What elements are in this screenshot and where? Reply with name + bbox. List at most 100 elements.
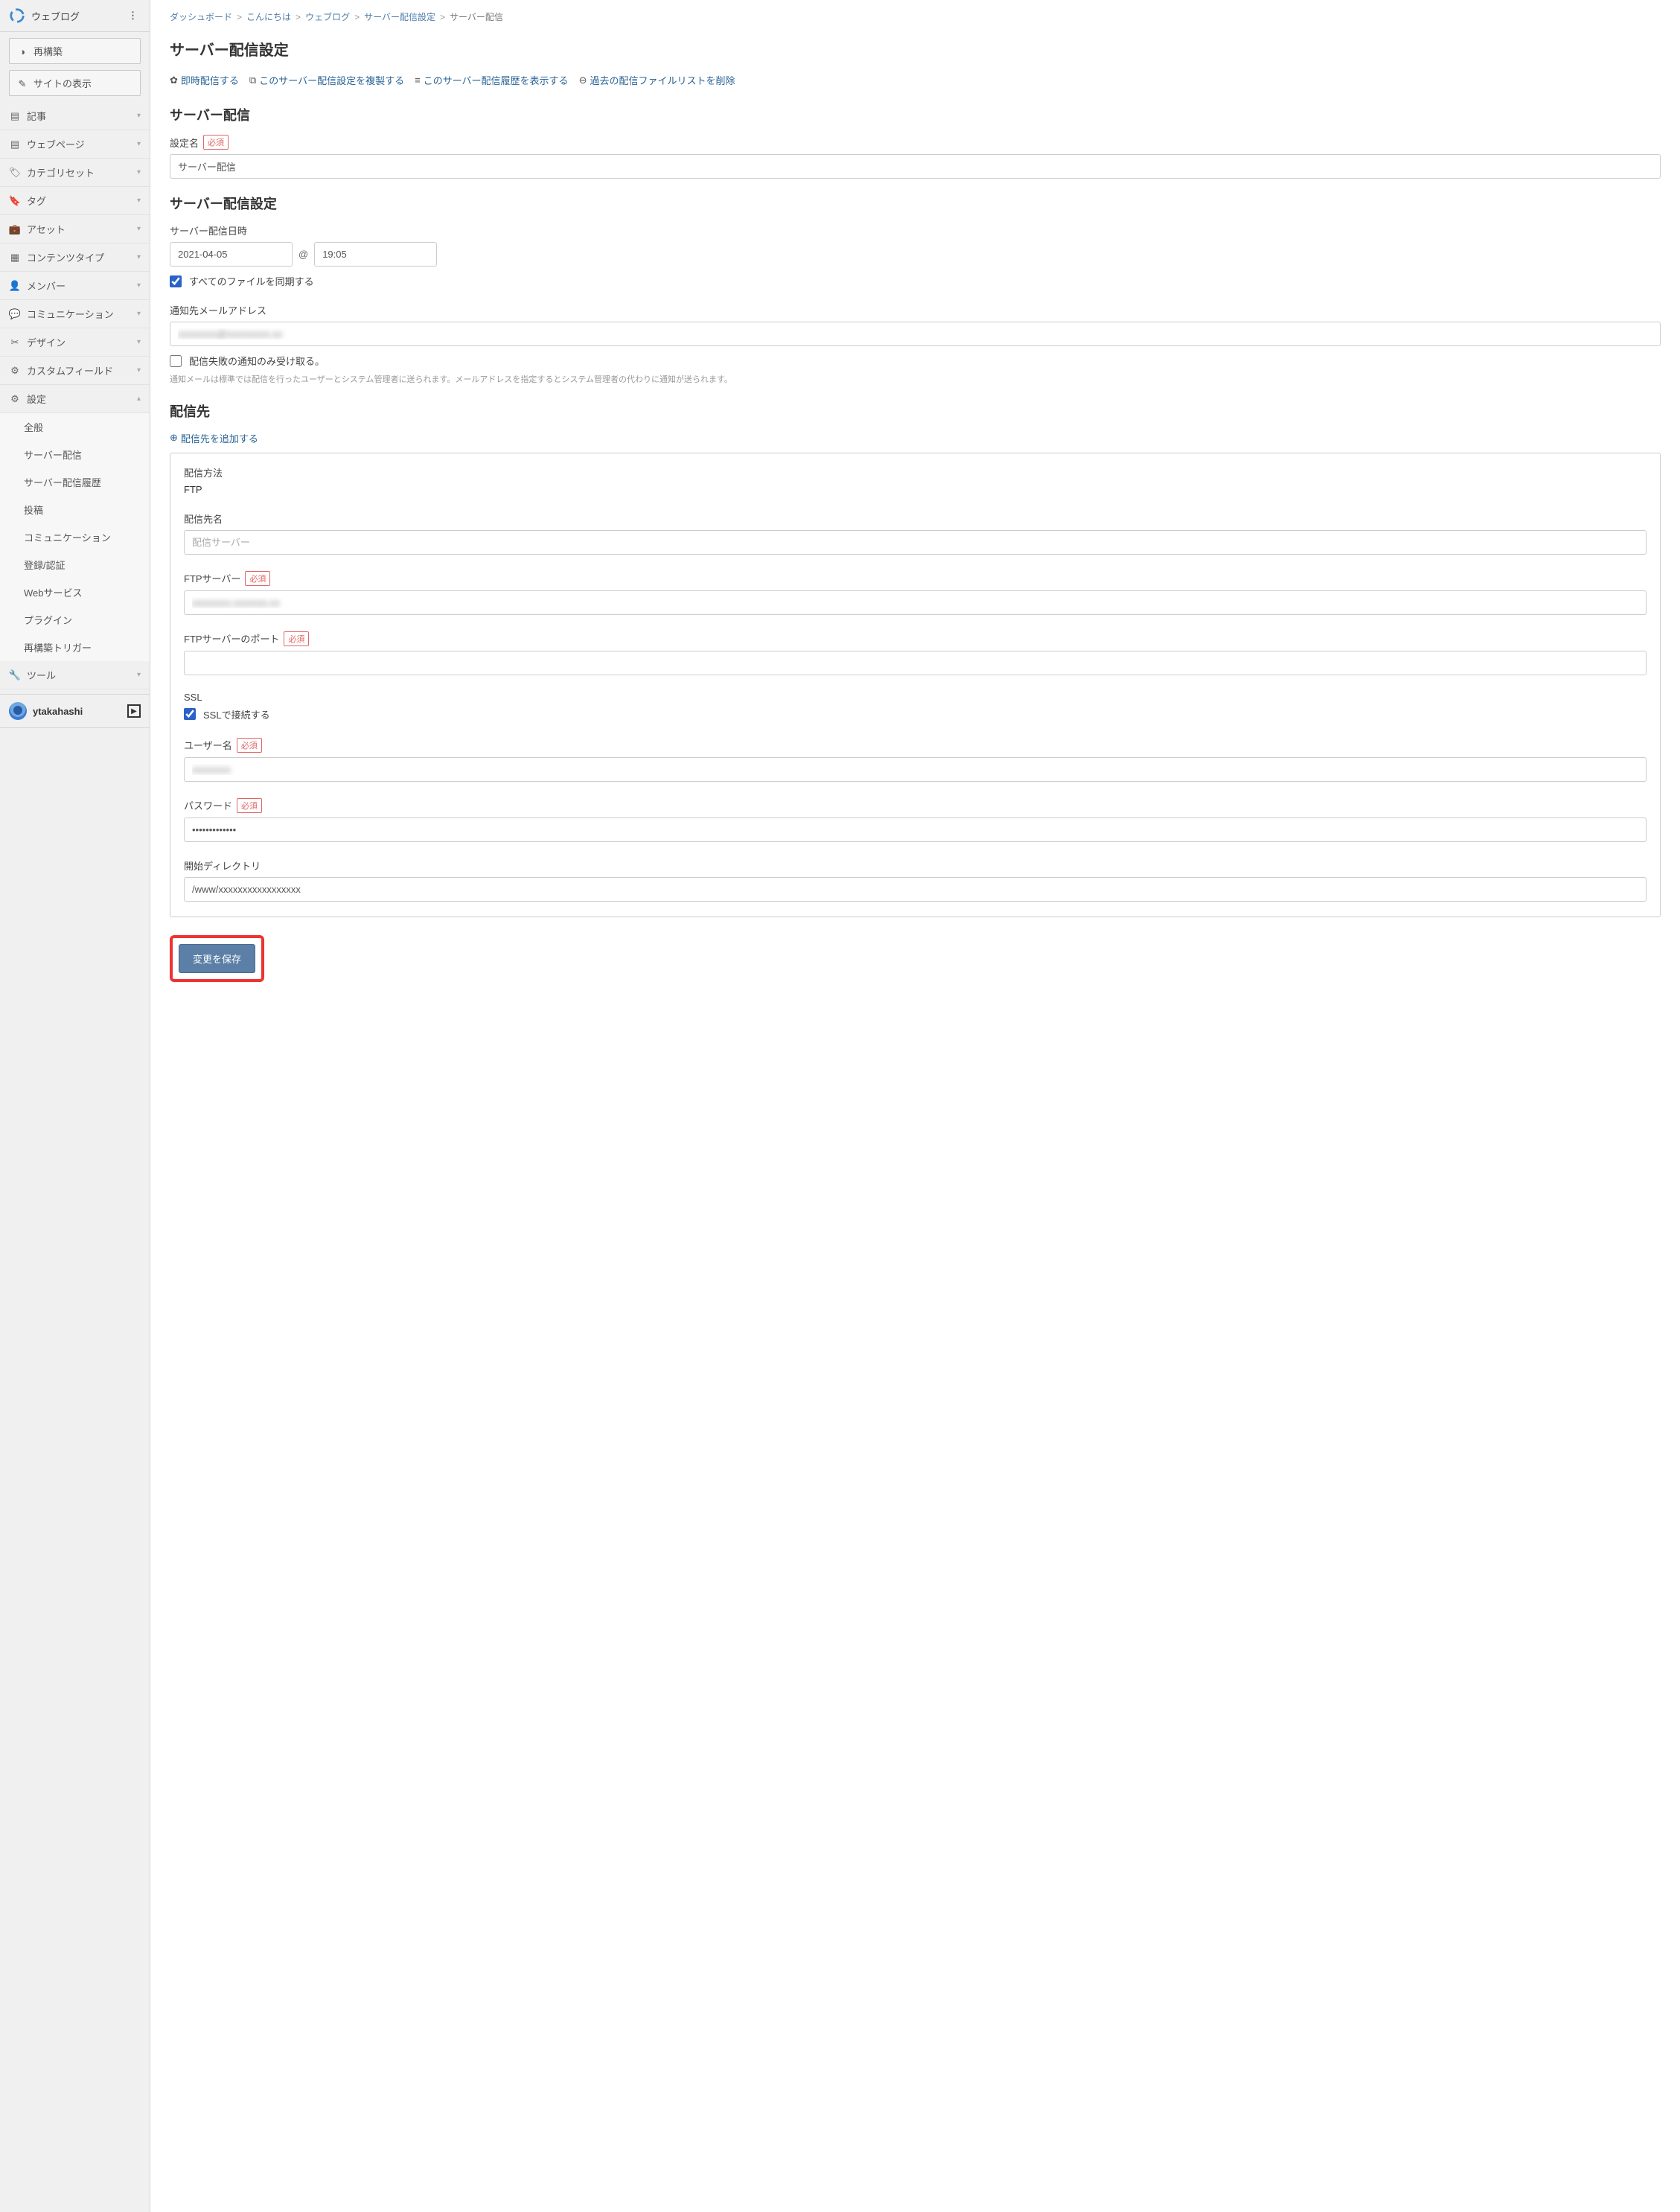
sidebar-item-10[interactable]: ⚙設定▴ bbox=[0, 385, 150, 413]
section-settings-heading: サーバー配信設定 bbox=[170, 194, 1661, 213]
sidebar-item-1[interactable]: ▤ウェブページ▾ bbox=[0, 130, 150, 159]
chevron-down-icon: ▾ bbox=[137, 225, 141, 233]
destination-panel: 配信方法 FTP 配信先名 FTPサーバー 必須 FTPサーバーのポート 必須 bbox=[170, 453, 1661, 917]
sidebar-item-2[interactable]: 🏷カテゴリセット▾ bbox=[0, 159, 150, 187]
breadcrumb: ダッシュボード>こんにちは>ウェブログ>サーバー配信設定>サーバー配信 bbox=[170, 10, 1661, 23]
breadcrumb-link-2[interactable]: ウェブログ bbox=[305, 12, 350, 22]
sidebar-item-7[interactable]: 💬コミュニケーション▾ bbox=[0, 300, 150, 328]
chevron-down-icon: ▾ bbox=[137, 671, 141, 679]
sidebar-sub-item-1[interactable]: サーバー配信 bbox=[0, 441, 150, 468]
rebuild-label: 再構築 bbox=[33, 44, 63, 58]
chevron-down-icon: ▾ bbox=[137, 338, 141, 346]
chevron-down-icon: ▾ bbox=[137, 112, 141, 120]
breadcrumb-link-1[interactable]: こんにちは bbox=[246, 12, 291, 22]
dest-name-input[interactable] bbox=[184, 530, 1647, 555]
sidebar-header: ウェブログ ⋮ bbox=[0, 0, 150, 32]
setting-name-input[interactable] bbox=[170, 154, 1661, 179]
more-menu-icon[interactable]: ⋮ bbox=[125, 10, 141, 22]
sidebar-sub-item-4[interactable]: コミュニケーション bbox=[0, 523, 150, 551]
sync-all-row[interactable]: すべてのファイルを同期する bbox=[170, 274, 1661, 288]
user-row: ytakahashi ▶ bbox=[0, 694, 150, 728]
ftp-pass-input[interactable] bbox=[184, 817, 1647, 842]
app-logo-icon bbox=[9, 7, 25, 24]
fail-only-label: 配信失敗の通知のみ受け取る。 bbox=[189, 354, 325, 368]
username: ytakahashi bbox=[33, 706, 127, 717]
chevron-down-icon: ▾ bbox=[137, 253, 141, 261]
setting-name-field: 設定名 必須 bbox=[170, 135, 1661, 179]
list-icon: ▤ bbox=[9, 110, 21, 122]
sidebar-item-8[interactable]: ✂デザイン▾ bbox=[0, 328, 150, 357]
gear-icon: ⚙ bbox=[9, 393, 21, 405]
method-label: 配信方法 bbox=[184, 465, 223, 479]
breadcrumb-link-0[interactable]: ダッシュボード bbox=[170, 12, 232, 22]
required-badge: 必須 bbox=[284, 631, 309, 646]
ftp-port-input[interactable] bbox=[184, 651, 1647, 675]
view-history-link[interactable]: ≡このサーバー配信履歴を表示する bbox=[415, 73, 568, 87]
sidebar-sub-item-0[interactable]: 全般 bbox=[0, 413, 150, 441]
fail-only-checkbox[interactable] bbox=[170, 355, 182, 367]
sidebar-nav: ▤記事▾▤ウェブページ▾🏷カテゴリセット▾🔖タグ▾💼アセット▾▦コンテンツタイプ… bbox=[0, 102, 150, 689]
time-input[interactable] bbox=[314, 242, 437, 267]
delete-past-files-link[interactable]: ⊖過去の配信ファイルリストを削除 bbox=[579, 73, 735, 87]
fail-only-row[interactable]: 配信失敗の通知のみ受け取る。 bbox=[170, 354, 1661, 368]
play-icon[interactable]: ▶ bbox=[127, 704, 141, 718]
list-icon: ≡ bbox=[415, 74, 421, 86]
email-input[interactable] bbox=[170, 322, 1661, 346]
sidebar-item-4[interactable]: 💼アセット▾ bbox=[0, 215, 150, 243]
dest-name-label: 配信先名 bbox=[184, 511, 223, 526]
list-icon: ▤ bbox=[9, 138, 21, 150]
site-title: ウェブログ bbox=[31, 9, 125, 23]
chevron-down-icon: ▾ bbox=[137, 310, 141, 318]
chevron-down-icon: ▾ bbox=[137, 197, 141, 205]
sidebar-item-0[interactable]: ▤記事▾ bbox=[0, 102, 150, 130]
sidebar-actions: ◑ 再構築 ✎ サイトの表示 bbox=[0, 32, 150, 102]
email-label: 通知先メールアドレス bbox=[170, 303, 266, 317]
sidebar-sub-item-5[interactable]: 登録/認証 bbox=[0, 551, 150, 579]
sidebar-item-9[interactable]: ⚙カスタムフィールド▾ bbox=[0, 357, 150, 385]
ssl-checkbox[interactable] bbox=[184, 708, 196, 720]
chevron-down-icon: ▾ bbox=[137, 168, 141, 176]
sync-all-checkbox[interactable] bbox=[170, 275, 182, 287]
immediate-delivery-link[interactable]: ✿即時配信する bbox=[170, 73, 239, 87]
action-links-row: ✿即時配信する ⧉このサーバー配信設定を複製する ≡このサーバー配信履歴を表示す… bbox=[170, 73, 1661, 87]
sidebar: ウェブログ ⋮ ◑ 再構築 ✎ サイトの表示 ▤記事▾▤ウェブページ▾🏷カテゴリ… bbox=[0, 0, 150, 2212]
date-input[interactable] bbox=[170, 242, 293, 267]
rebuild-icon: ◑ bbox=[17, 46, 28, 57]
sidebar-item-tools[interactable]: 🔧ツール▾ bbox=[0, 661, 150, 689]
breadcrumb-link-3[interactable]: サーバー配信設定 bbox=[364, 12, 435, 22]
datetime-field: サーバー配信日時 @ すべてのファイルを同期する bbox=[170, 223, 1661, 288]
sidebar-item-6[interactable]: 👤メンバー▾ bbox=[0, 272, 150, 300]
startdir-input[interactable] bbox=[184, 877, 1647, 902]
view-site-button[interactable]: ✎ サイトの表示 bbox=[9, 70, 141, 96]
section-server-delivery-heading: サーバー配信 bbox=[170, 105, 1661, 124]
datetime-label: サーバー配信日時 bbox=[170, 223, 247, 238]
save-highlight: 変更を保存 bbox=[170, 935, 264, 982]
setting-name-label: 設定名 bbox=[170, 136, 199, 150]
wrench-icon: 🔧 bbox=[9, 669, 21, 681]
email-field: 通知先メールアドレス 配信失敗の通知のみ受け取る。 通知メールは標準では配信を行… bbox=[170, 303, 1661, 386]
ssl-row[interactable]: SSLで接続する bbox=[184, 707, 1647, 721]
ssl-label: SSL bbox=[184, 692, 202, 703]
save-button[interactable]: 変更を保存 bbox=[179, 944, 255, 973]
sidebar-item-5[interactable]: ▦コンテンツタイプ▾ bbox=[0, 243, 150, 272]
sidebar-sub-item-8[interactable]: 再構築トリガー bbox=[0, 634, 150, 661]
sidebar-sub-item-3[interactable]: 投稿 bbox=[0, 496, 150, 523]
ftp-server-label: FTPサーバー bbox=[184, 571, 240, 585]
avatar-icon bbox=[9, 702, 27, 720]
sidebar-sub-item-2[interactable]: サーバー配信履歴 bbox=[0, 468, 150, 496]
required-badge: 必須 bbox=[237, 798, 262, 813]
rebuild-button[interactable]: ◑ 再構築 bbox=[9, 38, 141, 64]
ftp-server-input[interactable] bbox=[184, 590, 1647, 615]
copy-icon: ⧉ bbox=[249, 74, 256, 86]
tag-icon: 🔖 bbox=[9, 195, 21, 207]
minus-circle-icon: ⊖ bbox=[579, 74, 587, 86]
sidebar-sub-item-6[interactable]: Webサービス bbox=[0, 579, 150, 606]
sidebar-sub-item-7[interactable]: プラグイン bbox=[0, 606, 150, 634]
required-badge: 必須 bbox=[203, 135, 229, 150]
sidebar-item-3[interactable]: 🔖タグ▾ bbox=[0, 187, 150, 215]
add-destination-link[interactable]: ⊕ 配信先を追加する bbox=[170, 431, 258, 445]
duplicate-settings-link[interactable]: ⧉このサーバー配信設定を複製する bbox=[249, 73, 404, 87]
main-content: ダッシュボード>こんにちは>ウェブログ>サーバー配信設定>サーバー配信 サーバー… bbox=[150, 0, 1680, 2212]
ftp-user-input[interactable] bbox=[184, 757, 1647, 782]
tags-icon: 🏷 bbox=[9, 167, 21, 179]
